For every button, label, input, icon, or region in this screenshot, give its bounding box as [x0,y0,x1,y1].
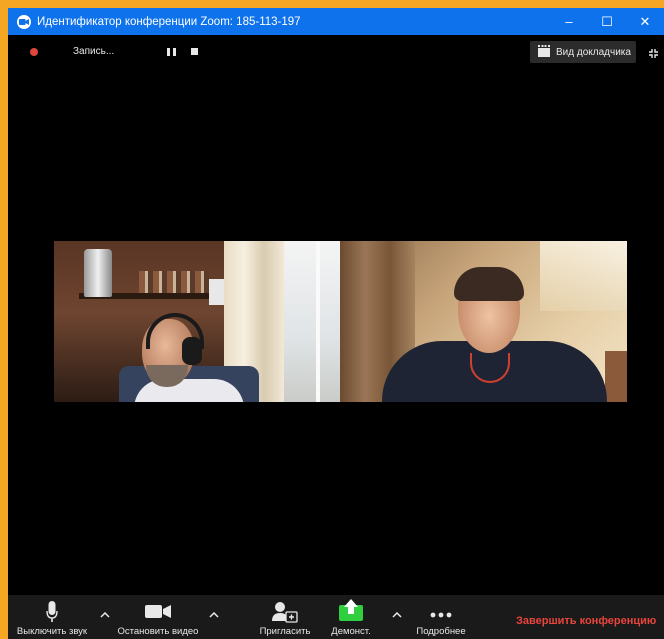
meeting-toolbar: Выключить звук Остановить видео Пригласи… [8,595,664,639]
stop-video-button[interactable]: Остановить видео [110,595,206,639]
video-window-frame [316,241,320,402]
speaker-view-icon [538,44,550,57]
window-title: Идентификатор конференции Zoom: 185-113-… [37,15,301,28]
minimize-button[interactable]: – [550,8,588,35]
end-meeting-button[interactable]: Завершить конференцию [516,615,656,627]
more-options-icon [430,605,452,623]
microphone-icon [46,601,58,628]
close-button[interactable]: ✕ [626,8,664,35]
add-participant-icon [272,601,298,628]
window-controls: – ☐ ✕ [550,8,664,35]
participant-hair [454,267,524,301]
video-chair [605,351,627,402]
share-screen-button[interactable]: Демонст. [320,595,382,639]
participant-body [134,379,244,402]
more-label: Подробнее [416,626,466,637]
stop-recording-icon[interactable] [191,48,198,55]
video-ceiling [540,241,627,311]
participant-video-tile-right[interactable] [340,241,627,402]
video-options-chevron-up-icon[interactable] [209,611,219,621]
stop-video-label: Остановить видео [117,626,199,637]
more-button[interactable]: Подробнее [406,595,476,639]
zoom-logo-icon [17,14,31,29]
gallery-video-area [54,241,627,402]
video-camera-icon [145,604,171,624]
title-bar[interactable]: Идентификатор конференции Zoom: 185-113-… [8,8,664,35]
zoom-meeting-window: Идентификатор конференции Zoom: 185-113-… [8,8,664,639]
invite-label: Пригласить [259,626,311,637]
mute-label: Выключить звук [16,626,88,637]
fullscreen-icon[interactable] [648,48,659,59]
recording-indicator-icon [30,48,38,56]
invite-button[interactable]: Пригласить [250,595,320,639]
pause-recording-icon[interactable] [167,48,176,56]
meeting-top-bar: Запись... Вид докладчика [8,35,664,69]
recording-status: Запись... [73,46,115,57]
speaker-view-button[interactable]: Вид докладчика [530,41,636,63]
speaker-view-label: Вид докладчика [556,46,631,58]
video-bookshelf [139,271,209,293]
audio-options-chevron-up-icon[interactable] [100,611,110,621]
video-kettle [84,249,112,297]
participant-video-tile-left[interactable] [54,241,340,402]
mute-button[interactable]: Выключить звук [8,595,96,639]
video-window [284,241,340,402]
maximize-button[interactable]: ☐ [588,8,626,35]
share-screen-label: Демонст. [331,626,371,637]
headphone-earcup [182,337,202,365]
share-screen-icon [339,599,363,626]
share-options-chevron-up-icon[interactable] [392,611,402,621]
